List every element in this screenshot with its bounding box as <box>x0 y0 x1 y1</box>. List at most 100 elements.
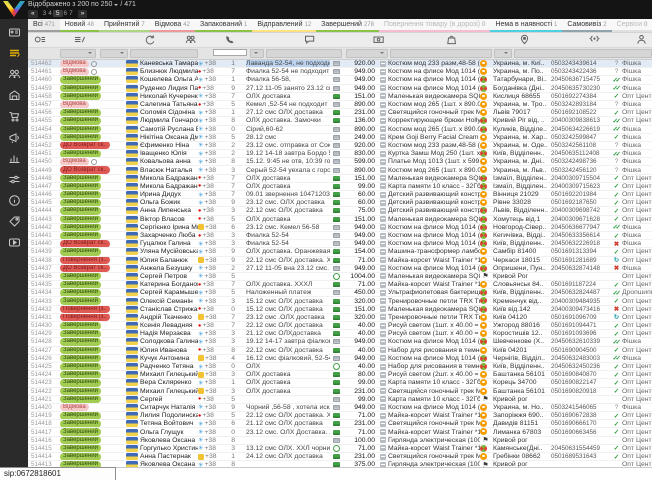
tracking-number[interactable]: 0501690904500 <box>551 347 611 354</box>
status-cell[interactable]: Завершений <box>58 428 120 435</box>
comment-cell[interactable]: 27.12 11-05 вна 23.12 смс. 19.. <box>236 265 330 272</box>
cart-icon[interactable] <box>8 110 21 123</box>
tracking-number[interactable]: 20450632824487 <box>551 289 611 296</box>
tracking-number[interactable]: 0501690820918 <box>551 388 611 395</box>
statistics-icon[interactable] <box>8 152 21 165</box>
product-name[interactable]: Куртка Замш Мод 250 (1шт. x 8.. <box>388 150 480 157</box>
status-tab[interactable]: Повернення товару (в дорозі)0 <box>379 19 491 32</box>
status-cell[interactable]: Завершений <box>58 330 120 337</box>
phone-cell[interactable]: ●+38 <box>198 347 226 354</box>
comment-cell[interactable]: 23.12 смс. ОЛХ Доставка. ХХХ.. <box>236 428 330 435</box>
client-name[interactable]: Ковальова анна <box>140 158 198 165</box>
client-name[interactable]: Солодкова Галина В.. <box>140 338 198 345</box>
comment-cell[interactable]: 19.12 14-18 завтра Бордо 56-58 <box>236 150 330 157</box>
client-name[interactable]: Микола Бадражан <box>140 175 198 182</box>
client-name[interactable]: Ольга Глущук <box>140 428 198 435</box>
comment-cell[interactable]: Фиалка 52-54 <box>236 240 330 247</box>
comment-cell[interactable]: Фиалка 52-54 не подходит <box>236 68 330 75</box>
client-name[interactable]: Надія Мерзаєва <box>140 330 198 337</box>
delivery-filter[interactable] <box>494 49 512 58</box>
delivery-address[interactable]: Запоріжжя 690.. <box>491 412 551 419</box>
phone-cell[interactable]: ●+38 <box>198 412 226 419</box>
phone-cell[interactable]: ✳+38 <box>198 248 226 255</box>
comment-cell[interactable]: Фиалка 52-54 <box>236 232 330 239</box>
phone-cell[interactable]: ●+38 <box>198 306 226 313</box>
client-name[interactable]: Юлия Иванова <box>140 347 198 354</box>
comment-cell[interactable]: Чорний ,56-58 , хотела исключ.. <box>236 404 330 411</box>
tracking-number[interactable]: 0501691094471 <box>551 322 611 329</box>
tracking-number[interactable]: 0501692108522 <box>551 109 611 116</box>
product-name[interactable]: Карта памяти 10 класс - 32Гб *1.. <box>388 183 480 190</box>
product-name[interactable]: Маленькая видеокамера SQ8 *.. <box>388 216 480 223</box>
comment-cell[interactable]: ОЛХ доставка <box>236 379 330 386</box>
client-name[interactable]: Іващенко Юлія <box>140 150 198 157</box>
phone-cell[interactable]: ✳+38 <box>198 428 226 435</box>
comment-cell[interactable]: ОЛХ доставка <box>236 216 330 223</box>
status-cell[interactable]: Завершений <box>58 347 120 354</box>
product-name[interactable]: Маленькая видеокамера SQ8 *.. <box>388 175 480 182</box>
product-name[interactable]: Костюм на флисе Мод 1014 (1ш.. <box>388 76 480 83</box>
table-row[interactable]: 514455 Завершений Людмила Гончарова ✳+38… <box>28 117 652 125</box>
delivery-address[interactable]: Київ 04120 <box>491 314 551 321</box>
client-name[interactable]: Сергієнко Ірина Ми.. <box>140 224 198 231</box>
product-name[interactable]: Набор для рисования в темнот.. <box>388 363 480 370</box>
table-row[interactable]: 514449 ДО Возврат ск.. Власюк Наталья ✳+… <box>28 166 652 174</box>
comment-cell[interactable]: 21.12 смс ОЛХдоставка <box>236 330 330 337</box>
orders-list-icon[interactable] <box>8 47 21 60</box>
client-name[interactable]: Радченко Тетяна <box>140 363 198 370</box>
status-cell[interactable]: Відмова <box>58 68 120 75</box>
phone-cell[interactable]: ✳+38 <box>198 158 226 165</box>
table-row[interactable]: 514420 Відмова Ситарчук Наталія Гр.. ✳+3… <box>28 404 652 412</box>
status-cell[interactable]: Завершений <box>58 207 120 214</box>
comment-cell[interactable]: 19.12 14-17 завтра фіалковий.. <box>236 338 330 345</box>
table-row[interactable]: 514458 Завершений Николай Кучеренко ✳+38… <box>28 93 652 101</box>
tracking-number[interactable]: 0501690822147 <box>551 379 611 386</box>
product-name[interactable]: Набор для рисования в темнот.. <box>388 347 480 354</box>
table-row[interactable]: 514431 Повернення (з.. Андрій Ткаченко +… <box>28 314 652 322</box>
product-name[interactable]: Костюм мод 265 (1шт. x 890.00 .. <box>388 166 480 173</box>
tracking-number[interactable]: 20450632874148 <box>551 265 611 272</box>
client-name[interactable]: Єфименко Ніна <box>140 142 198 149</box>
phone-cell[interactable]: ✳+38 <box>198 126 226 133</box>
tracking-number[interactable]: 0503241546065 <box>551 404 611 411</box>
client-name[interactable]: Тетяна Войтович <box>140 420 198 427</box>
settings-sliders-icon[interactable] <box>8 173 21 186</box>
table-row[interactable]: 514443 Завершений Віктор Власов ●+38 5 О… <box>28 216 652 224</box>
phone-cell[interactable]: ✳+38 <box>198 240 226 247</box>
comment-cell[interactable]: 24.12 смс ОЛХ доставка <box>236 453 330 460</box>
client-name[interactable]: Олексій Семанін <box>140 297 198 304</box>
status-cell[interactable]: Завершений <box>58 216 120 223</box>
product-name[interactable]: Костюм на флисе Мод 1014 (1ш.. <box>388 265 480 272</box>
client-name[interactable]: Людмила Гончарова <box>140 117 198 124</box>
client-name[interactable]: Руденко Лидия Пав.. <box>140 85 198 92</box>
status-cell[interactable]: Завершений <box>58 338 120 345</box>
client-name[interactable]: Микола Бадражан <box>140 183 198 190</box>
client-name[interactable]: Самотій Руслана Во.. <box>140 126 198 133</box>
delivery-address[interactable]: Чернігів, Відділ.. <box>491 355 551 362</box>
comment-cell[interactable] <box>236 437 330 444</box>
delivery-address[interactable]: Київ 04201 <box>491 347 551 354</box>
product-name[interactable]: Рисуй светом (1шт. x 40.00 = 40.. <box>388 330 480 337</box>
product-name[interactable]: Крем Goji Berry Facial Cream *5.. <box>388 134 480 141</box>
client-name[interactable]: Станіслав Стрижак <box>140 306 198 313</box>
table-row[interactable]: 514442 Завершений Сергієнко Ірина Ми.. +… <box>28 224 652 232</box>
tracking-number[interactable]: 0503242456120 <box>551 166 611 173</box>
comment-cell[interactable]: 23.12 смс. отправка от Сокол.. <box>236 142 330 149</box>
product-name[interactable]: Майка-корсет Waist Trainer *142.. <box>388 412 480 419</box>
id-card-icon[interactable] <box>8 26 21 39</box>
phone-cell[interactable]: +38 <box>198 388 226 395</box>
comment-filter[interactable] <box>266 49 342 58</box>
product-name[interactable]: Костюм на флисе Мод 1014 (1ш.. <box>388 240 480 247</box>
delivery-address[interactable]: Татарбунари, Ві.. <box>491 76 551 83</box>
table-row[interactable]: 514436 Завершений Сергей Петров ✳+38 5 1… <box>28 273 652 281</box>
tracking-number[interactable]: 0501689531643 <box>551 453 611 460</box>
product-name[interactable]: Карта памяти 10 класс - 32Гб *1.. <box>388 379 480 386</box>
product-name[interactable]: Светящийся гоночный трек Ma.. <box>388 453 480 460</box>
tracking-number[interactable]: 0503243422436 <box>551 68 611 75</box>
delivery-address[interactable]: Кривой Рог <box>491 273 551 280</box>
delivery-address[interactable]: Украина, м. Киї.. <box>491 60 551 67</box>
delivery-address[interactable]: Украина, м. Но.. <box>491 404 551 411</box>
tracking-number[interactable]: 0501691281689 <box>551 257 611 264</box>
table-row[interactable]: 514426 Завершений Кучук Антонина +38 4 1… <box>28 355 652 363</box>
client-name[interactable]: Уляна Мусійовська <box>140 248 198 255</box>
